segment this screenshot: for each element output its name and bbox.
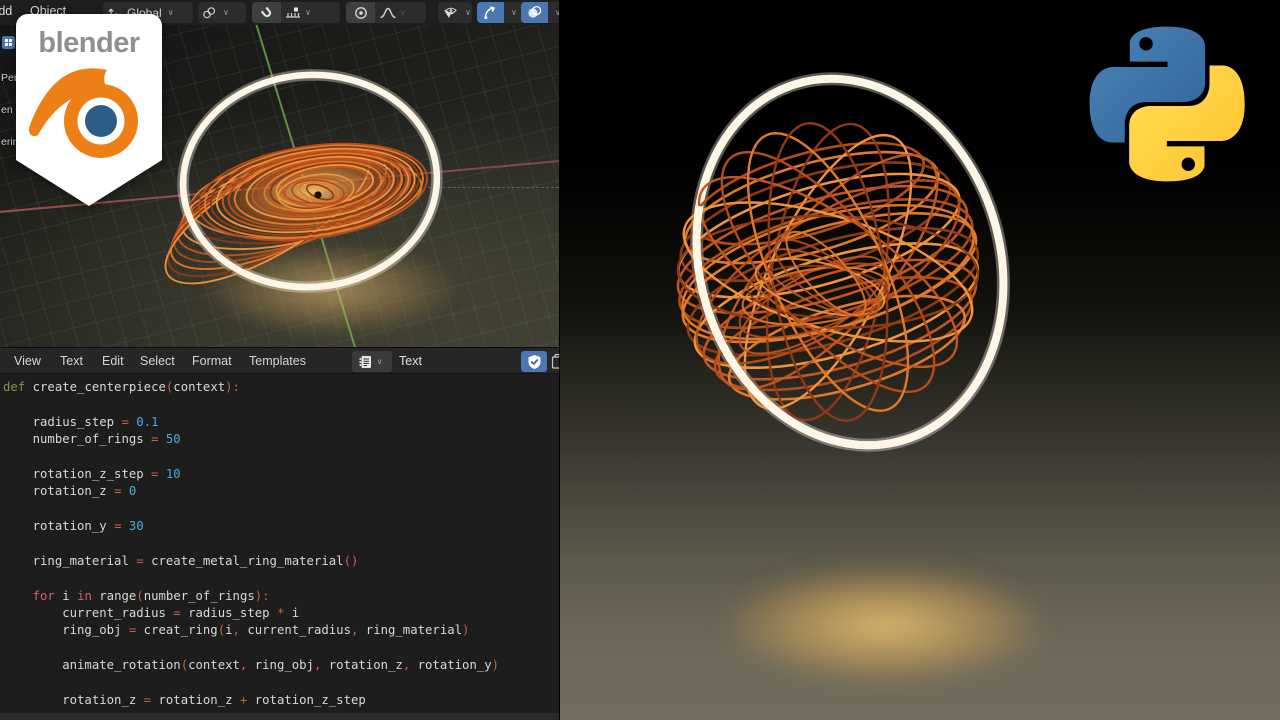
chevron-down-icon: ∨ [374,358,386,366]
code-line: rotation_z = rotation_z + rotation_z_ste… [3,692,559,709]
proportional-editing-icon [354,6,368,20]
blender-badge: blender [15,13,163,207]
code-line: radius_step = 0.1 [3,414,559,431]
code-line [3,640,559,657]
chevron-down-icon: ∨ [397,9,409,17]
falloff-curve-button[interactable]: ∨ [375,2,413,23]
sculpture-ring [652,40,1048,483]
gizmos-toggle-button[interactable] [477,2,504,23]
code-line: rotation_z_step = 10 [3,466,559,483]
snap-toggle-button[interactable] [252,2,281,23]
show-gizmo-button[interactable]: ∨ [438,2,472,23]
sculpture-ring [652,40,1048,483]
menu-select[interactable]: Select [140,354,175,368]
shield-check-icon [527,354,542,370]
overlays-dropdown[interactable]: ∨ [548,2,559,23]
python-logo-icon [1081,18,1253,190]
snap-magnet-icon [260,6,274,20]
gizmos-icon [483,5,498,20]
editor-bottom-strip [0,713,559,720]
text-file-icon [359,355,372,369]
blender-window: Add Object z Global ∨ ∨ [0,0,559,720]
emissive-white-ring [652,40,1048,483]
menu-templates[interactable]: Templates [249,354,306,368]
code-line: for i in range(number_of_rings): [3,588,559,605]
code-line: ring_obj = creat_ring(i, current_radius,… [3,622,559,639]
chevron-down-icon: ∨ [220,9,232,17]
code-line: animate_rotation(context, ring_obj, rota… [3,657,559,674]
text-datablock-button[interactable]: ∨ [352,351,392,372]
sculpture-ring [314,191,321,198]
code-line [3,675,559,692]
pivot-point-icon [198,2,220,23]
show-gizmo-icon [438,2,462,23]
code-line: current_radius = radius_step * i [3,605,559,622]
code-line [3,396,559,413]
code-pane[interactable]: def create_centerpiece(context): radius_… [0,374,559,720]
render-panel [560,0,1280,720]
overlays-group: ∨ [521,2,559,23]
text-editor: View Text Edit Select Format Templates ∨… [0,347,559,720]
overlays-toggle-button[interactable] [521,2,548,23]
sculpture-ring [652,40,1048,483]
proportional-editing-group: ∨ [346,2,426,23]
code-line [3,536,559,553]
falloff-curve-icon [379,6,397,20]
proportional-editing-button[interactable] [346,2,375,23]
menu-format[interactable]: Format [192,354,232,368]
menu-edit[interactable]: Edit [102,354,124,368]
copy-icon[interactable] [551,353,559,372]
code-line: rotation_y = 30 [3,518,559,535]
thumbnail-root: Add Object z Global ∨ ∨ [0,0,1280,720]
badge-title: blender [15,27,163,60]
menu-add[interactable]: Add [0,4,12,18]
snap-target-icon [285,6,302,20]
text-editor-header: View Text Edit Select Format Templates ∨… [0,347,559,374]
chevron-down-icon: ∨ [508,9,520,17]
chevron-down-icon: ∨ [302,9,314,17]
snapping-group: ∨ [252,2,340,23]
chevron-down-icon: ∨ [552,9,559,17]
pivot-point-button[interactable]: ∨ [198,2,246,23]
code-line [3,501,559,518]
run-script-trust-button[interactable] [521,351,547,372]
code-line: ring_material = create_metal_ring_materi… [3,553,559,570]
code-line [3,570,559,587]
chevron-down-icon: ∨ [462,9,472,17]
chevron-down-icon: ∨ [165,9,177,17]
menu-view[interactable]: View [14,354,41,368]
code-line [3,449,559,466]
menu-text[interactable]: Text [60,354,83,368]
code-line: rotation_z = 0 [3,483,559,500]
editor-type-icon[interactable] [2,36,15,49]
text-datablock-name[interactable]: Text [399,354,422,368]
snap-target-button[interactable]: ∨ [281,2,318,23]
overlays-icon [527,5,542,20]
code-line: number_of_rings = 50 [3,431,559,448]
viewport-info-fragment: en [1,104,13,116]
code-line: def create_centerpiece(context): [3,379,559,396]
